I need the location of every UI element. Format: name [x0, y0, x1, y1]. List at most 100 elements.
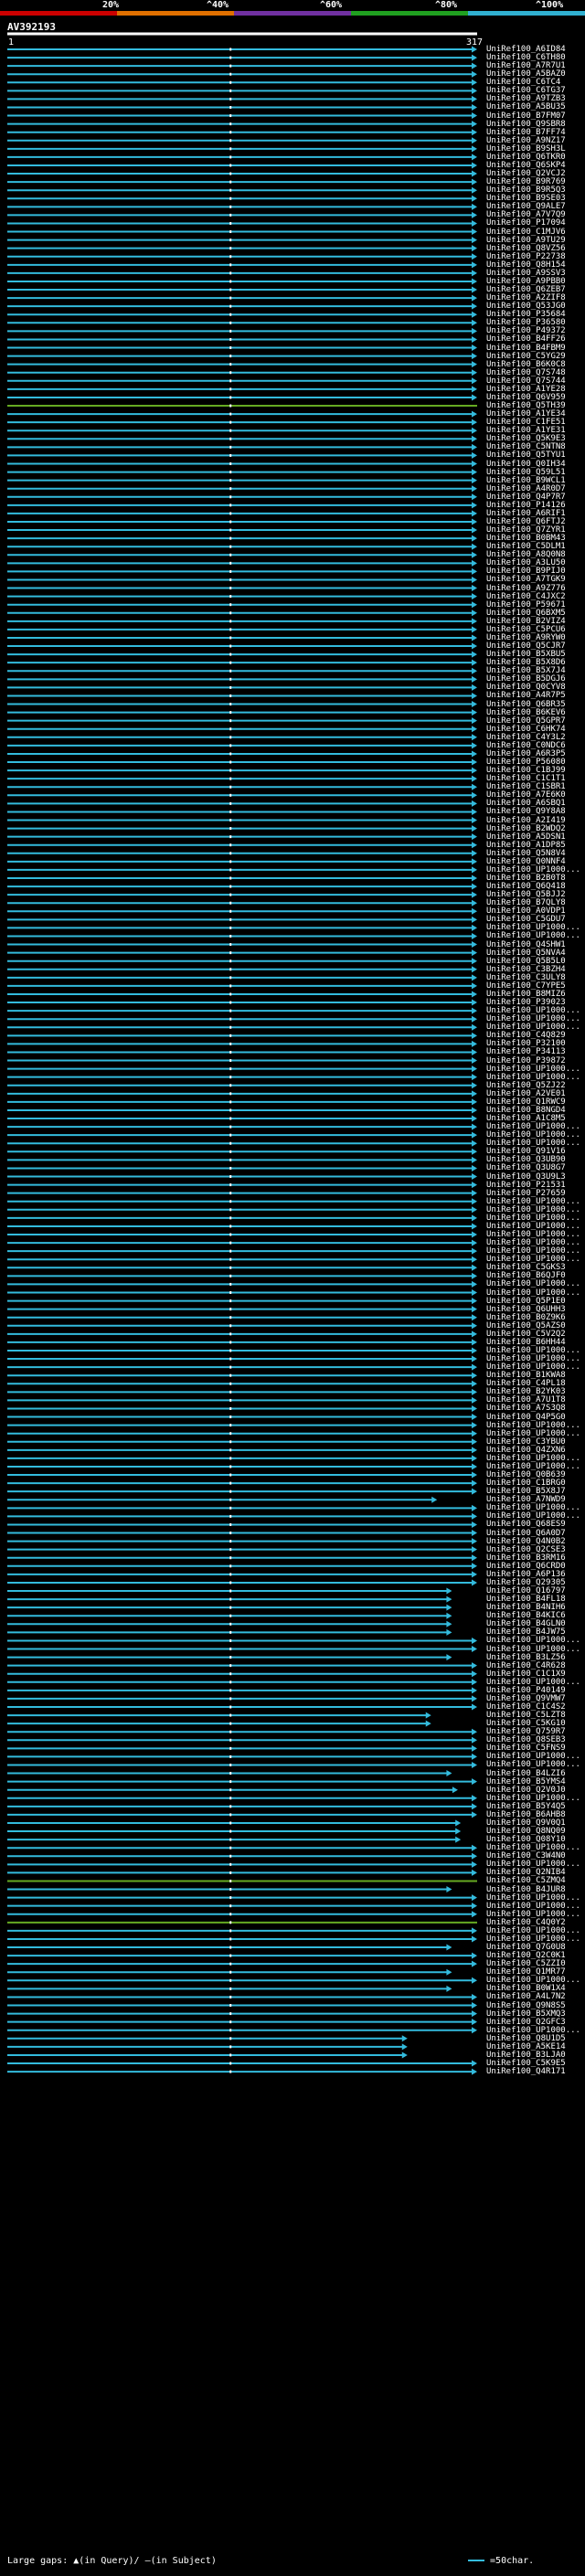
hit-alignment[interactable]: [7, 1256, 477, 1263]
hit-alignment[interactable]: [7, 1803, 477, 1810]
hit-alignment[interactable]: [7, 1065, 477, 1073]
hit-alignment[interactable]: [7, 1646, 477, 1653]
hit-alignment[interactable]: [7, 907, 477, 915]
hit-alignment[interactable]: [7, 1380, 477, 1387]
hit-alignment[interactable]: [7, 1289, 477, 1296]
hit-alignment[interactable]: [7, 1944, 452, 1951]
hit-alignment[interactable]: [7, 112, 477, 120]
hit-alignment[interactable]: [7, 203, 477, 210]
hit-alignment[interactable]: [7, 510, 477, 517]
hit-alignment[interactable]: [7, 121, 477, 128]
hit-alignment[interactable]: [7, 1778, 477, 1786]
hit-alignment[interactable]: [7, 278, 477, 285]
hit-alignment[interactable]: [7, 195, 477, 202]
hit-alignment[interactable]: [7, 1272, 477, 1279]
hit-alignment[interactable]: [7, 1612, 452, 1619]
hit-alignment[interactable]: [7, 1239, 477, 1246]
hit-alignment[interactable]: [7, 1952, 477, 1959]
hit-alignment[interactable]: [7, 1720, 431, 1727]
hit-alignment[interactable]: [7, 1819, 462, 1827]
hit-alignment[interactable]: [7, 808, 477, 815]
hit-alignment[interactable]: [7, 593, 477, 600]
hit-alignment[interactable]: [7, 684, 477, 691]
hit-alignment[interactable]: [7, 750, 477, 758]
hit-alignment[interactable]: [7, 1107, 477, 1114]
hit-alignment[interactable]: [7, 966, 477, 973]
hit-alignment[interactable]: [7, 327, 477, 334]
hit-alignment[interactable]: [7, 353, 477, 360]
hit-alignment[interactable]: [7, 883, 477, 890]
hit-alignment[interactable]: [7, 1463, 477, 1470]
hit-alignment[interactable]: [7, 1695, 477, 1702]
hit-alignment[interactable]: [7, 1231, 477, 1238]
hit-alignment[interactable]: [7, 1604, 452, 1611]
hit-alignment[interactable]: [7, 451, 477, 459]
hit-alignment[interactable]: [7, 1521, 477, 1528]
hit-alignment[interactable]: [7, 1993, 477, 2000]
hit-alignment[interactable]: [7, 62, 477, 69]
hit-alignment[interactable]: [7, 1007, 477, 1014]
hit-alignment[interactable]: [7, 253, 477, 260]
hit-alignment[interactable]: [7, 2035, 408, 2042]
hit-alignment[interactable]: [7, 2060, 477, 2067]
hit-alignment[interactable]: [7, 386, 477, 393]
hit-alignment[interactable]: [7, 1414, 477, 1421]
hit-alignment[interactable]: [7, 70, 477, 78]
hit-alignment[interactable]: [7, 1214, 477, 1222]
hit-alignment[interactable]: [7, 319, 477, 326]
hit-alignment[interactable]: [7, 1879, 477, 1882]
hit-alignment[interactable]: [7, 1579, 477, 1586]
hit-alignment[interactable]: [7, 783, 477, 790]
hit-alignment[interactable]: [7, 734, 477, 741]
hit-alignment[interactable]: [7, 1339, 477, 1346]
hit-alignment[interactable]: [7, 1156, 477, 1163]
hit-alignment[interactable]: [7, 1247, 477, 1255]
hit-alignment[interactable]: [7, 1264, 477, 1271]
hit-alignment[interactable]: [7, 858, 477, 865]
hit-alignment[interactable]: [7, 1968, 452, 1976]
hit-alignment[interactable]: [7, 311, 477, 318]
hit-alignment[interactable]: [7, 1023, 477, 1031]
hit-alignment[interactable]: [7, 1628, 452, 1636]
hit-alignment[interactable]: [7, 410, 477, 418]
hit-alignment[interactable]: [7, 551, 477, 558]
hit-alignment[interactable]: [7, 1032, 477, 1039]
hit-alignment[interactable]: [7, 1223, 477, 1230]
hit-alignment[interactable]: [7, 675, 477, 683]
hit-alignment[interactable]: [7, 1471, 477, 1479]
hit-alignment[interactable]: [7, 1479, 477, 1487]
hit-alignment[interactable]: [7, 601, 477, 609]
hit-alignment[interactable]: [7, 162, 477, 169]
hit-alignment[interactable]: [7, 709, 477, 716]
hit-alignment[interactable]: [7, 775, 477, 782]
hit-alignment[interactable]: [7, 585, 477, 592]
hit-alignment[interactable]: [7, 1587, 452, 1595]
hit-alignment[interactable]: [7, 576, 477, 583]
hit-alignment[interactable]: [7, 1355, 477, 1362]
hit-alignment[interactable]: [7, 461, 477, 467]
hit-alignment[interactable]: [7, 1405, 477, 1412]
hit-alignment[interactable]: [7, 1921, 477, 1924]
hit-alignment[interactable]: [7, 1620, 452, 1627]
hit-alignment[interactable]: [7, 1140, 477, 1147]
hit-alignment[interactable]: [7, 1886, 452, 1893]
hit-alignment[interactable]: [7, 535, 477, 542]
hit-alignment[interactable]: [7, 245, 477, 252]
hit-alignment[interactable]: [7, 1455, 477, 1462]
hit-alignment[interactable]: [7, 1164, 477, 1171]
hit-alignment[interactable]: [7, 1744, 477, 1752]
hit-alignment[interactable]: [7, 1828, 462, 1835]
hit-alignment[interactable]: [7, 875, 477, 882]
hit-alignment[interactable]: [7, 485, 477, 493]
hit-alignment[interactable]: [7, 1860, 477, 1868]
hit-alignment[interactable]: [7, 618, 477, 625]
hit-alignment[interactable]: [7, 228, 477, 236]
hit-alignment[interactable]: [7, 1927, 477, 1935]
hit-alignment[interactable]: [7, 419, 477, 426]
hit-alignment[interactable]: [7, 1977, 477, 1984]
hit-alignment[interactable]: [7, 137, 477, 144]
hit-alignment[interactable]: [7, 103, 477, 111]
hit-alignment[interactable]: [7, 294, 477, 302]
hit-alignment[interactable]: [7, 1836, 462, 1843]
hit-alignment[interactable]: [7, 1960, 477, 1967]
